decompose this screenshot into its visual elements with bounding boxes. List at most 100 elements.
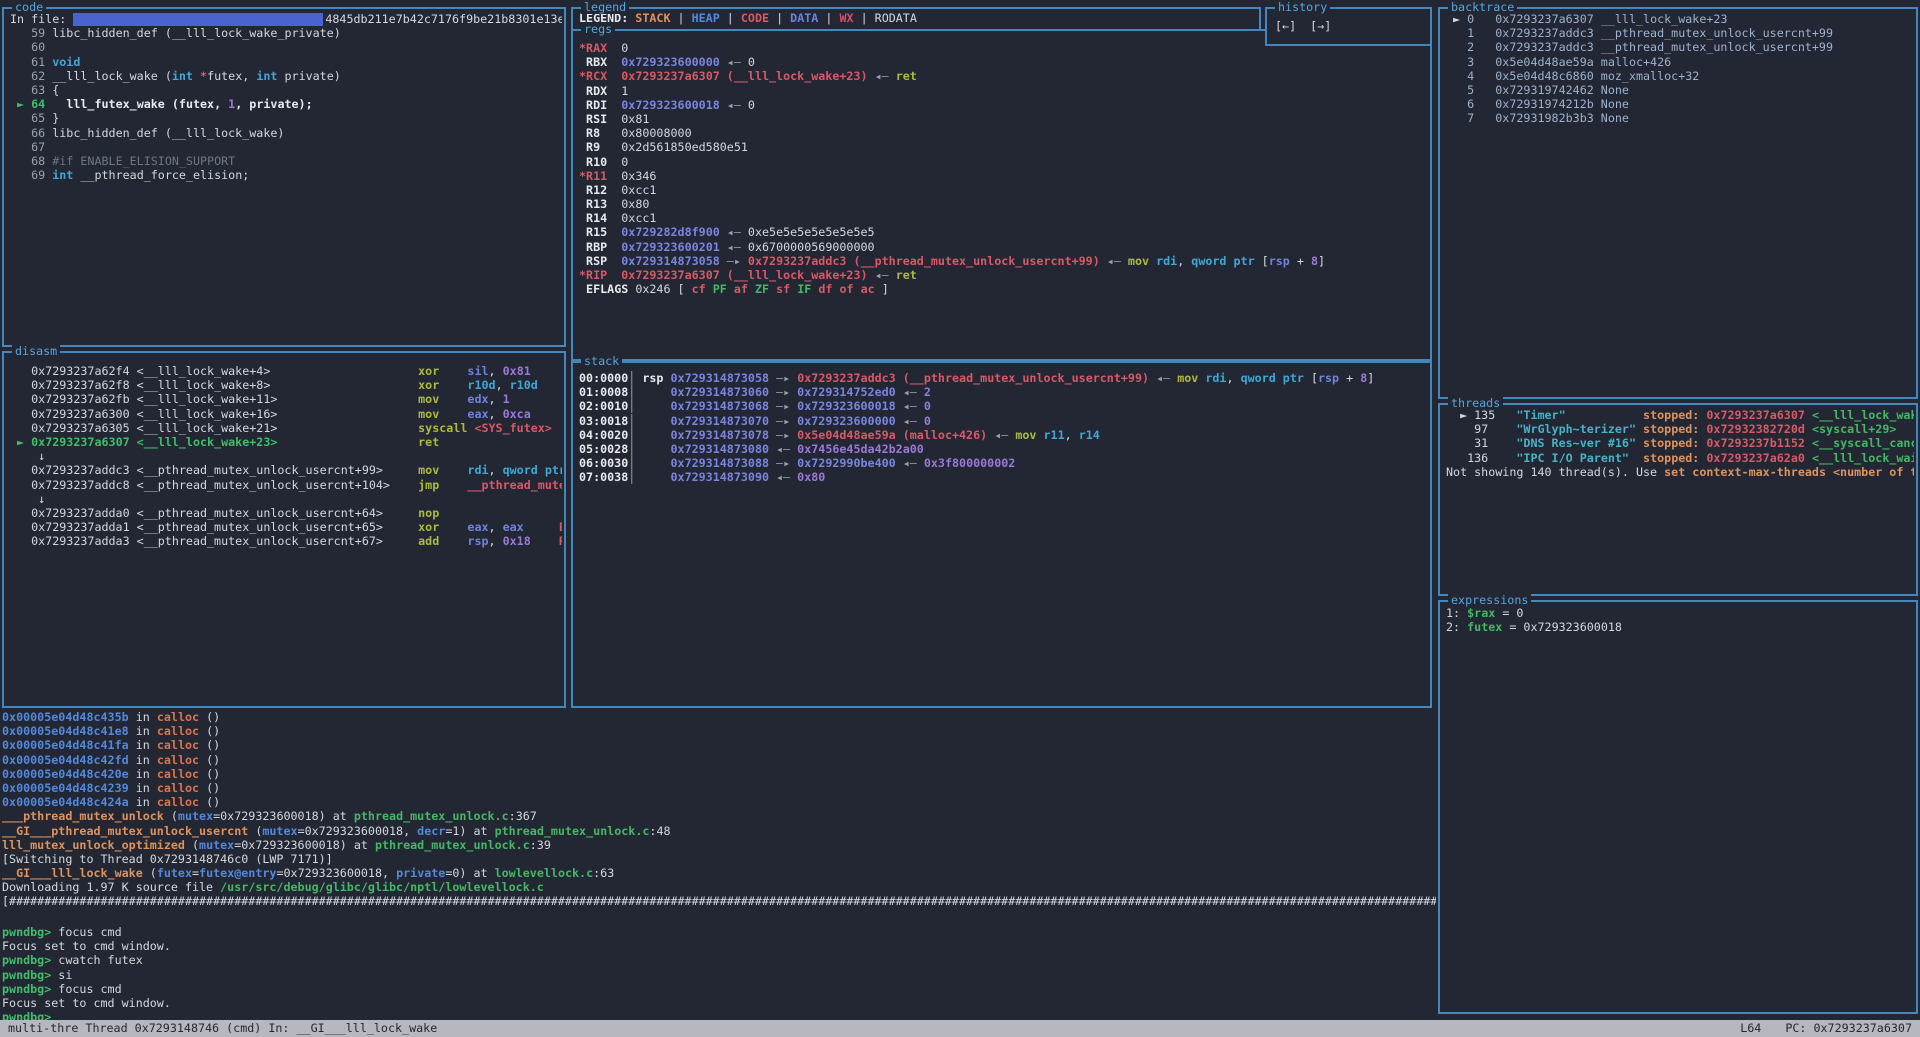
text-line: 02:0010│ 0x729314873068 —▸ 0x72932360001… [579,399,1428,413]
text-line: R8 0x80008000 [579,126,1428,140]
text-line: 06:0030│ 0x729314873088 —▸ 0x7292990be40… [579,456,1428,470]
text-line: 136 "IPC I/O Parent" stopped: 0x7293237a… [1446,451,1914,465]
text-line: 0x00005e04d48c420e in calloc () [2,767,1436,781]
text-line: Focus set to cmd window. [2,939,1436,953]
text-line: 61 void [10,55,562,69]
text-line: Focus set to cmd window. [2,996,1436,1010]
text-line: 0x00005e04d48c4239 in calloc () [2,781,1436,795]
text-line: R14 0xcc1 [579,211,1428,225]
backtrace-panel: backtrace ► 0 0x7293237a6307 __lll_lock_… [1438,7,1918,399]
history-forward-button[interactable]: [→] [1310,19,1331,33]
text-line: *RCX 0x7293237a6307 (__lll_lock_wake+23)… [579,69,1428,83]
status-bar: multi-thre Thread 0x7293148746 (cmd) In:… [0,1020,1920,1037]
code-source-view: In file: 4845db211e7b42c7176f9be21b8301e… [10,12,562,345]
text-line: lll_mutex_unlock_optimized (mutex=0x7293… [2,838,1436,852]
threads-panel: threads ► 135 "Timer" stopped: 0x7293237… [1438,403,1918,596]
status-line-number: L64 [1740,1021,1761,1035]
registers-panel: regs *RAX 0 RBX 0x729323600000 ◂— 0*RCX … [571,29,1432,361]
expressions-view: 1: $rax = 02: futex = 0x729323600018 [1446,606,1914,1012]
text-line: 97 "WrGlyph~terizer" stopped: 0x72932382… [1446,422,1914,436]
text-line: ► 64 lll_futex_wake (futex, 1, private); [10,97,562,111]
history-panel-title: history [1275,0,1330,14]
stack-panel: stack 00:0000│ rsp 0x729314873058 —▸ 0x7… [571,361,1432,708]
text-line: LEGEND: STACK | HEAP | CODE | DATA | WX … [579,11,1257,25]
text-line: 66 libc_hidden_def (__lll_lock_wake) [10,126,562,140]
text-line: 07:0038│ 0x729314873090 ◂— 0x80 [579,470,1428,484]
text-line: 01:0008│ 0x729314873060 —▸ 0x729314752ed… [579,385,1428,399]
text-line: RSP 0x729314873058 —▸ 0x7293237addc3 (__… [579,254,1428,268]
text-line: __GI___pthread_mutex_unlock_usercnt (mut… [2,824,1436,838]
text-line: RDI 0x729323600018 ◂— 0 [579,98,1428,112]
legend-panel-title: legend [581,0,629,14]
text-line: 0x00005e04d48c41e8 in calloc () [2,724,1436,738]
text-line: 6 0x72931974212b None [1446,97,1914,111]
text-line: 0x7293237addc3 <__pthread_mutex_unlock_u… [10,463,562,477]
regs-panel-title: regs [581,22,615,36]
text-line: ► 0x7293237a6307 <__lll_lock_wake+23> re… [10,435,562,449]
text-line: 04:0020│ 0x729314873078 —▸ 0x5e04d48ae59… [579,428,1428,442]
text-line: 0x7293237adda3 <__pthread_mutex_unlock_u… [10,534,562,548]
text-line: 03:0018│ 0x729314873070 —▸ 0x72932360000… [579,414,1428,428]
text-line: 63 { [10,83,562,97]
text-line: 68 #if ENABLE_ELISION_SUPPORT [10,154,562,168]
threads-view: ► 135 "Timer" stopped: 0x7293237a6307 <_… [1446,408,1914,594]
text-line: 1 0x7293237addc3 __pthread_mutex_unlock_… [1446,26,1914,40]
text-line: ↓ [10,492,562,506]
text-line: 2 0x7293237addc3 __pthread_mutex_unlock_… [1446,40,1914,54]
text-line: 0x7293237a62f8 <__lll_lock_wake+8> xor r… [10,378,562,392]
code-panel: code In file: 4845db211e7b42c7176f9be21b… [2,7,566,347]
text-line: 0x7293237addc8 <__pthread_mutex_unlock_u… [10,478,562,492]
text-line: __GI___lll_lock_wake (futex=futex@entry=… [2,866,1436,880]
threads-panel-title: threads [1448,396,1503,410]
disasm-panel: disasm 0x7293237a62f4 <__lll_lock_wake+4… [2,351,566,708]
text-line: EFLAGS 0x246 [ cf PF af ZF sf IF df of a… [579,282,1428,296]
code-panel-title: code [12,0,46,14]
text-line: R10 0 [579,155,1428,169]
text-line: [Switching to Thread 0x7293148746c0 (LWP… [2,852,1436,866]
disasm-panel-title: disasm [12,344,60,358]
text-line: RSI 0x81 [579,112,1428,126]
text-line: pwndbg> cwatch futex [2,953,1436,967]
history-back-button[interactable]: [←] [1275,19,1296,33]
text-line: 62 __lll_lock_wake (int *futex, int priv… [10,69,562,83]
text-line: R15 0x729282d8f900 ◂— 0xe5e5e5e5e5e5e5e5 [579,225,1428,239]
text-line: Not showing 140 thread(s). Use set conte… [1446,465,1914,479]
legend-panel: legend LEGEND: STACK | HEAP | CODE | DAT… [571,7,1261,29]
text-line: RBP 0x729323600201 ◂— 0x6700000569000000 [579,240,1428,254]
history-panel: history [←][→] [1265,7,1432,46]
text-line: 0x7293237a62fb <__lll_lock_wake+11> mov … [10,392,562,406]
text-line: 5 0x729319742462 None [1446,83,1914,97]
backtrace-view: ► 0 0x7293237a6307 __lll_lock_wake+23 1 … [1446,12,1914,397]
command-input-area[interactable]: pwndbg> focus cmdFocus set to cmd window… [2,925,1436,1024]
text-line: 69 int __pthread_force_elision; [10,168,562,182]
disassembly-view: 0x7293237a62f4 <__lll_lock_wake+4> xor s… [10,364,562,706]
text-line: 7 0x72931982b3b3 None [1446,111,1914,125]
expressions-panel-title: expressions [1448,593,1531,607]
text-line: ___pthread_mutex_unlock (mutex=0x7293236… [2,809,1436,823]
text-line: 65 } [10,111,562,125]
text-line: ↓ [10,449,562,463]
status-thread-info: multi-thre Thread 0x7293148746 (cmd) In:… [8,1021,437,1035]
text-line: 2: futex = 0x729323600018 [1446,620,1914,634]
status-pc-value: PC: 0x7293237a6307 [1785,1021,1912,1035]
text-line: 0x00005e04d48c424a in calloc () [2,795,1436,809]
text-line: *RIP 0x7293237a6307 (__lll_lock_wake+23)… [579,268,1428,282]
backtrace-panel-title: backtrace [1448,0,1517,14]
text-line: 31 "DNS Res~ver #16" stopped: 0x7293237b… [1446,436,1914,450]
text-line: pwndbg> si [2,968,1436,982]
text-line: *R11 0x346 [579,169,1428,183]
text-line: 1: $rax = 0 [1446,606,1914,620]
text-line: 00:0000│ rsp 0x729314873058 —▸ 0x7293237… [579,371,1428,385]
text-line: 4 0x5e04d48c6860 moz_xmalloc+32 [1446,69,1914,83]
stack-view: 00:0000│ rsp 0x729314873058 —▸ 0x7293237… [579,371,1428,706]
gdb-output-log: 0x00005e04d48c435b in calloc ()0x00005e0… [2,710,1436,909]
text-line: pwndbg> focus cmd [2,982,1436,996]
text-line: R9 0x2d561850ed580e51 [579,140,1428,154]
stack-panel-title: stack [581,354,622,368]
text-line: In file: 4845db211e7b42c7176f9be21b8301e… [10,12,562,26]
expressions-panel: expressions 1: $rax = 02: futex = 0x7293… [1438,600,1918,1014]
text-line: RBX 0x729323600000 ◂— 0 [579,55,1428,69]
text-line: 0x7293237adda1 <__pthread_mutex_unlock_u… [10,520,562,534]
text-line: pwndbg> focus cmd [2,925,1436,939]
text-line: R12 0xcc1 [579,183,1428,197]
